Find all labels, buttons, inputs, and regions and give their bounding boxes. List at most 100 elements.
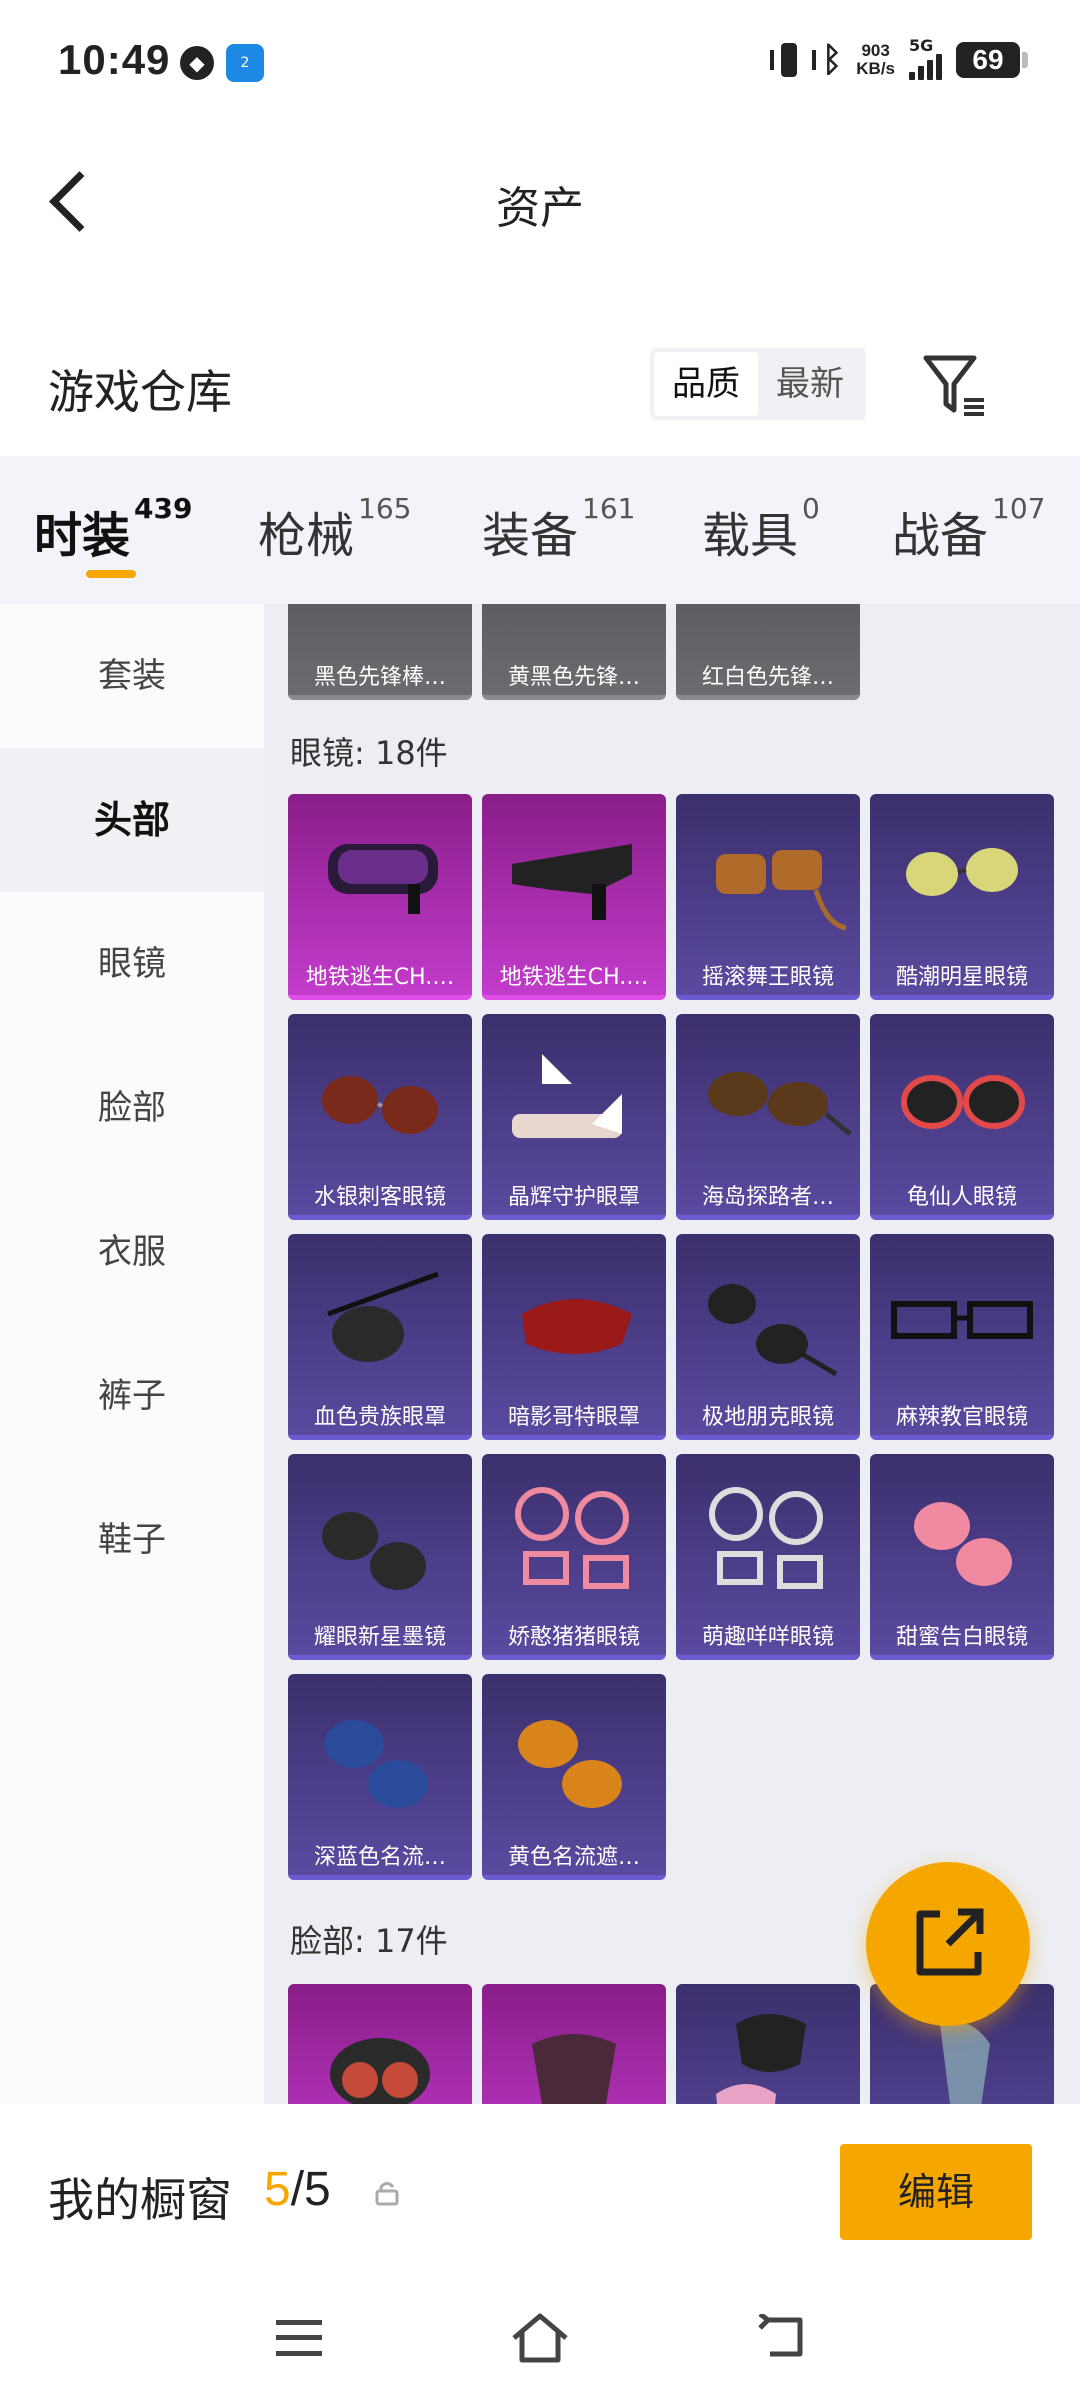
item-name: 晶辉守护眼罩 (507, 1185, 640, 1210)
item-card[interactable]: 极地朋克眼镜 (676, 1234, 860, 1440)
sort-quality-button[interactable]: 品质 (654, 352, 758, 416)
item-name: 血色贵族眼罩 (313, 1405, 446, 1430)
item-name: 深蓝色名流… (313, 1845, 446, 1870)
signal-icon: 5G (909, 36, 942, 80)
item-card[interactable]: 龟仙人眼镜 (870, 1014, 1054, 1220)
item-card[interactable]: 麻辣教官眼镜 (870, 1234, 1054, 1440)
item-card[interactable]: 暗影哥特眼罩 (482, 1234, 666, 1440)
item-card[interactable]: 黄色名流遮… (482, 1674, 666, 1880)
item-card[interactable]: 地铁逃生CH.… (288, 794, 472, 1000)
item-name: 麻辣教官眼镜 (895, 1405, 1028, 1430)
battery-icon: 69 (956, 42, 1028, 78)
app-header: 资产 (0, 128, 1080, 268)
sidebar-item-clothes[interactable]: 衣服 (0, 1180, 264, 1324)
item-card[interactable] (676, 1984, 860, 2104)
bluetooth-icon: ᛒ (821, 40, 843, 80)
item-art (512, 1054, 622, 1138)
back-nav-icon[interactable] (756, 2312, 806, 2360)
sidebar-item-shoes[interactable]: 鞋子 (0, 1468, 264, 1612)
item-art (322, 1512, 426, 1590)
home-icon[interactable] (510, 2310, 570, 2366)
edit-button[interactable]: 编辑 (840, 2144, 1032, 2240)
item-card[interactable]: 红白色先锋… (676, 604, 860, 700)
item-art (322, 1076, 438, 1134)
sort-newest-button[interactable]: 最新 (758, 352, 862, 416)
item-art (891, 1301, 1033, 1339)
item-card[interactable]: 水银刺客眼镜 (288, 1014, 472, 1220)
sidebar-item-head[interactable]: 头部 (0, 748, 264, 892)
item-art (716, 850, 847, 931)
item-name: 极地朋克眼镜 (701, 1405, 834, 1430)
filter-icon[interactable] (920, 350, 990, 420)
item-card[interactable]: 娇憨猪猪眼镜 (482, 1454, 666, 1660)
warehouse-title: 游戏仓库 (48, 365, 232, 419)
item-name: 摇滚舞王眼镜 (701, 965, 834, 990)
menu-icon[interactable] (276, 2320, 322, 2356)
item-art (709, 1487, 823, 1589)
active-tab-indicator (86, 570, 136, 578)
item-card[interactable]: 黑色先锋棒… (288, 604, 472, 700)
section-title-face: 脸部: 17件 (290, 1922, 448, 1960)
item-art (522, 1299, 632, 1354)
item-name: 地铁逃生CH.… (499, 965, 649, 990)
lock-icon (374, 2180, 400, 2206)
item-card[interactable] (482, 1984, 666, 2104)
item-name: 海岛探路者… (701, 1185, 834, 1210)
item-art (901, 1075, 1025, 1129)
item-card[interactable]: 血色贵族眼罩 (288, 1234, 472, 1440)
item-art (906, 848, 1018, 896)
item-art (708, 1284, 838, 1377)
item-name: 黄黑色先锋… (507, 665, 640, 690)
system-nav-bar (0, 2270, 1080, 2400)
status-right: ᛒ 903 KB/s 5G 69 (769, 36, 1028, 80)
item-art (708, 1072, 852, 1136)
item-art (328, 844, 438, 914)
sidebar-item-glasses[interactable]: 眼镜 (0, 892, 264, 1036)
item-name: 龟仙人眼镜 (906, 1185, 1017, 1210)
hotspot-icon: 2 (226, 44, 264, 82)
item-card[interactable]: 海岛探路者… (676, 1014, 860, 1220)
item-name: 萌趣咩咩眼镜 (701, 1625, 834, 1650)
item-card[interactable]: 深蓝色名流… (288, 1674, 472, 1880)
item-card[interactable] (288, 1984, 472, 2104)
item-name: 娇憨猪猪眼镜 (507, 1625, 640, 1650)
sidebar-item-suit[interactable]: 套装 (0, 604, 264, 748)
item-art (324, 1720, 428, 1808)
item-art (518, 1720, 622, 1808)
item-card[interactable]: 黄黑色先锋… (482, 604, 666, 700)
vibrate-icon (769, 41, 816, 79)
item-card[interactable]: 地铁逃生CH.… (482, 794, 666, 1000)
item-card[interactable]: 甜蜜告白眼镜 (870, 1454, 1054, 1660)
item-card[interactable]: 酷潮明星眼镜 (870, 794, 1054, 1000)
share-fab-button[interactable] (866, 1862, 1030, 2026)
item-card[interactable]: 萌趣咩咩眼镜 (676, 1454, 860, 1660)
sidebar: 套装 头部 眼镜 脸部 衣服 裤子 鞋子 (0, 604, 264, 2104)
app-notification-icon: ◆ (180, 46, 214, 80)
page-title: 资产 (496, 183, 584, 234)
tab-vehicles[interactable]: 载具 0 (702, 492, 820, 566)
item-art (515, 1487, 629, 1589)
item-card[interactable]: 摇滚舞王眼镜 (676, 794, 860, 1000)
tab-supplies[interactable]: 战备 107 (892, 492, 1045, 566)
category-tabs: 时装 439 枪械 165 装备 161 载具 0 战备 107 (0, 456, 1080, 604)
external-link-icon (916, 1908, 984, 1976)
network-speed: 903 KB/s (856, 41, 895, 78)
item-card[interactable]: 晶辉守护眼罩 (482, 1014, 666, 1220)
sidebar-item-pants[interactable]: 裤子 (0, 1324, 264, 1468)
item-card[interactable]: 耀眼新星墨镜 (288, 1454, 472, 1660)
item-name: 酷潮明星眼镜 (895, 965, 1028, 990)
item-name: 耀眼新星墨镜 (313, 1625, 446, 1650)
item-art (914, 1502, 1012, 1586)
status-bar: 10:49 ◆ 2 ᛒ 903 KB/s 5G 69 (0, 0, 1080, 128)
tab-equipment[interactable]: 装备 161 (482, 492, 635, 566)
tab-guns[interactable]: 枪械 165 (258, 492, 411, 566)
showcase-label: 我的橱窗 (48, 2173, 232, 2227)
item-name: 水银刺客眼镜 (313, 1185, 446, 1210)
item-name: 黄色名流遮… (507, 1845, 640, 1870)
item-name: 暗影哥特眼罩 (507, 1405, 640, 1430)
tab-fashion[interactable]: 时装 439 (34, 492, 192, 566)
section-title-glasses: 眼镜: 18件 (290, 734, 448, 772)
item-name: 红白色先锋… (701, 665, 834, 690)
sidebar-item-face[interactable]: 脸部 (0, 1036, 264, 1180)
item-name: 甜蜜告白眼镜 (895, 1625, 1028, 1650)
